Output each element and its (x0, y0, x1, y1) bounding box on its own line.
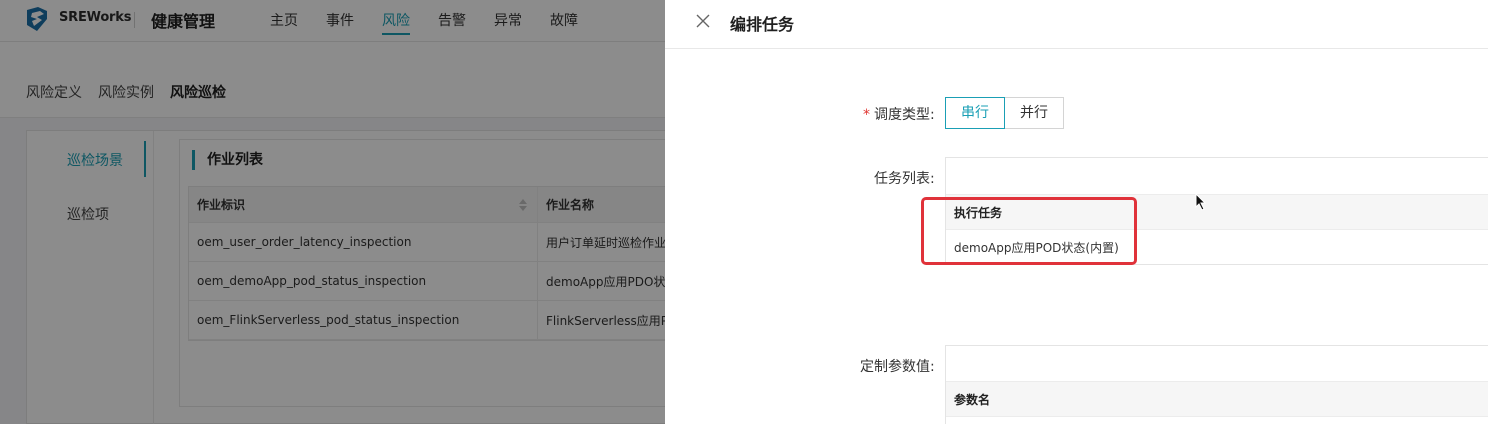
schedule-type-label: * 调度类型: (863, 104, 935, 124)
close-icon[interactable] (695, 13, 711, 29)
schedule-type-radio-group: 串行 并行 (945, 97, 1064, 129)
custom-params-label: 定制参数值: (860, 359, 935, 375)
required-marker: * (863, 107, 870, 123)
schedule-serial-option[interactable]: 串行 (945, 97, 1005, 129)
custom-params-table: 参数名 (945, 345, 1488, 424)
task-list-label: 任务列表: (874, 171, 935, 187)
drawer-title: 编排任务 (730, 15, 795, 34)
schedule-parallel-option[interactable]: 并行 (1005, 97, 1064, 129)
params-table-header: 参数名 (946, 381, 1488, 417)
orchestrate-task-drawer: 编排任务 * 调度类型: 串行 并行 任务列表: 执行任务 demoApp应用PO… (665, 0, 1488, 424)
drawer-header: 编排任务 (665, 0, 1488, 49)
schedule-type-label-text: 调度类型: (874, 107, 935, 123)
mouse-cursor-icon (1195, 193, 1207, 211)
annotation-highlight-box (921, 197, 1137, 265)
